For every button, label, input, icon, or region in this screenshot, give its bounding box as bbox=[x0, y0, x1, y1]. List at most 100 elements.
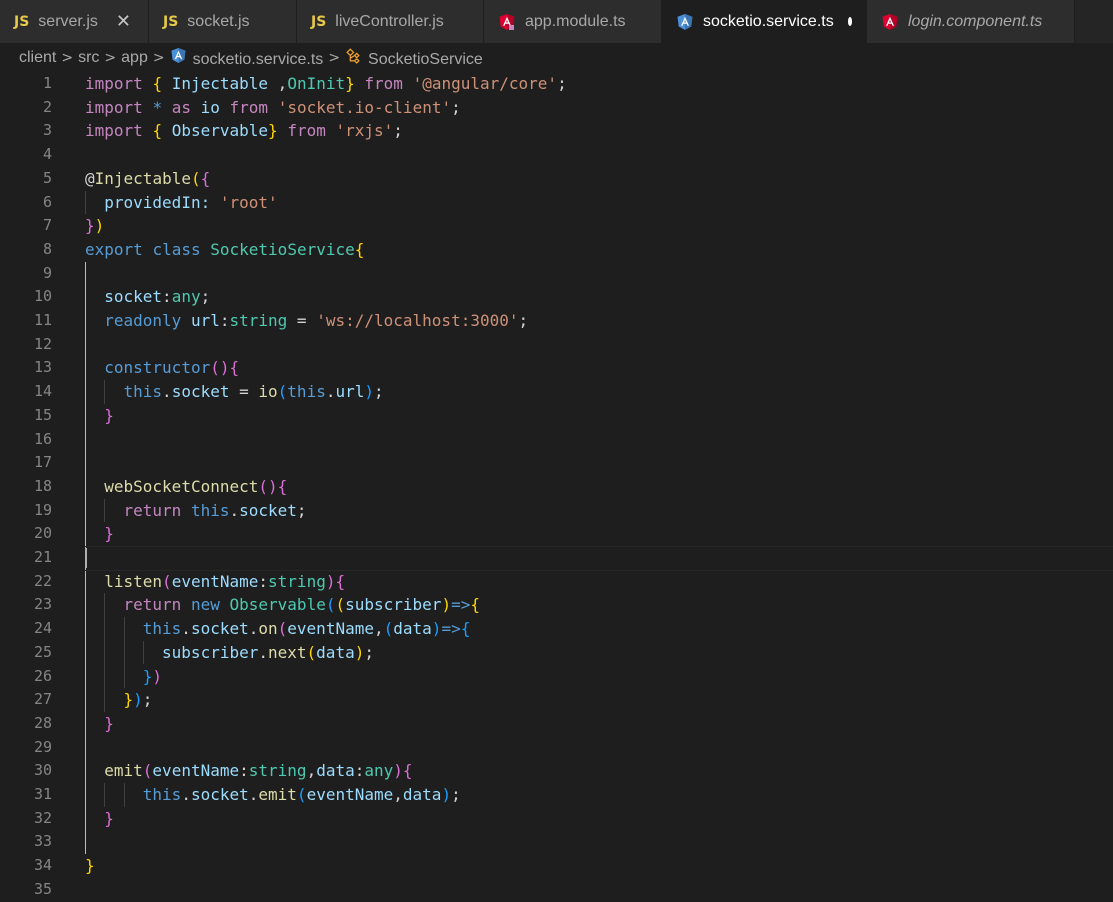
code-line[interactable]: export class SocketioService{ bbox=[85, 238, 364, 262]
line-number: 24 bbox=[33, 619, 52, 638]
code-line[interactable]: } bbox=[104, 807, 114, 831]
code-token: } bbox=[123, 690, 134, 710]
line-number: 22 bbox=[33, 571, 52, 590]
code-token: eventName bbox=[171, 571, 259, 591]
code-token: { bbox=[152, 74, 163, 93]
code-token: import bbox=[85, 121, 143, 141]
code-token: ) bbox=[152, 666, 163, 686]
code-line[interactable]: return this.socket; bbox=[124, 499, 307, 523]
angular-service-icon bbox=[170, 47, 187, 64]
code-token: socket bbox=[104, 287, 163, 307]
code-line[interactable]: @Injectable({ bbox=[85, 167, 210, 191]
code-line[interactable]: readonly url:string = 'ws://localhost:30… bbox=[104, 309, 528, 333]
code-token: ( bbox=[277, 382, 288, 402]
code-token: , bbox=[268, 74, 288, 93]
code-token: SocketioService bbox=[210, 239, 355, 259]
breadcrumb-item[interactable]: SocketioService bbox=[345, 47, 483, 69]
code-token: ( bbox=[306, 642, 317, 662]
code-token: on bbox=[258, 619, 278, 639]
code-line[interactable]: } bbox=[104, 712, 114, 736]
line-number: 6 bbox=[42, 192, 52, 211]
code-token: providedIn bbox=[104, 192, 201, 212]
tab-server-js[interactable]: JS server.js ✕ bbox=[0, 0, 149, 43]
code-token: ) bbox=[441, 785, 452, 804]
line-number: 15 bbox=[33, 405, 52, 424]
tab-login-component-ts[interactable]: login.component.ts bbox=[867, 0, 1075, 43]
code-token: () bbox=[210, 358, 230, 378]
code-line[interactable]: import { Injectable ,OnInit} from '@angu… bbox=[85, 72, 567, 96]
code-line[interactable]: }) bbox=[143, 665, 162, 689]
code-token: ) bbox=[133, 690, 143, 710]
code-token: : bbox=[162, 287, 172, 307]
tab-app-module-ts[interactable]: app.module.ts bbox=[484, 0, 662, 43]
code-token: { bbox=[460, 619, 471, 639]
breadcrumb-separator: > bbox=[152, 49, 165, 66]
code-token: ( bbox=[296, 785, 307, 804]
code-token: . bbox=[229, 500, 240, 520]
code-token: this bbox=[287, 382, 326, 402]
breadcrumb-item[interactable]: client bbox=[19, 49, 56, 67]
line-number: 2 bbox=[42, 97, 52, 116]
code-token: import bbox=[85, 74, 143, 93]
code-token: 'ws://localhost:3000' bbox=[316, 311, 519, 330]
tab-socketio-service-ts[interactable]: socketio.service.ts bbox=[662, 0, 867, 43]
tab-socket-js[interactable]: JS socket.js bbox=[149, 0, 297, 43]
code-token: return bbox=[123, 595, 182, 615]
code-token: ; bbox=[451, 785, 461, 804]
indent-guide bbox=[85, 190, 86, 215]
code-token: { bbox=[200, 168, 211, 188]
code-token: Injectable bbox=[94, 168, 191, 188]
code-line[interactable]: } bbox=[104, 522, 114, 546]
code-line[interactable]: providedIn: 'root' bbox=[104, 191, 277, 215]
code-line[interactable]: emit(eventName:string,data:any){ bbox=[104, 759, 412, 783]
code-line[interactable]: this.socket.emit(eventName,data); bbox=[124, 783, 461, 807]
breadcrumb-item[interactable]: socketio.service.ts bbox=[170, 47, 323, 69]
code-line[interactable]: return new Observable((subscriber)=>{ bbox=[124, 593, 480, 617]
code-token: ) bbox=[441, 595, 452, 615]
code-token: } bbox=[104, 524, 114, 544]
angular-component-icon bbox=[881, 13, 899, 31]
unsaved-dot-icon[interactable] bbox=[847, 17, 852, 26]
close-icon[interactable]: ✕ bbox=[116, 11, 131, 32]
code-line[interactable]: constructor(){ bbox=[104, 356, 239, 380]
code-token: eventName bbox=[287, 619, 374, 639]
tab-label: server.js bbox=[38, 12, 98, 30]
code-line[interactable]: listen(eventName:string){ bbox=[104, 570, 345, 594]
code-token: return bbox=[123, 500, 182, 520]
code-line[interactable]: }); bbox=[124, 688, 153, 712]
code-token: from bbox=[364, 74, 403, 93]
code-token: emit bbox=[104, 761, 143, 781]
line-number: 19 bbox=[33, 500, 52, 519]
code-token: as bbox=[171, 97, 191, 117]
text-cursor bbox=[85, 548, 87, 568]
code-token: from bbox=[229, 97, 269, 117]
code-line[interactable]: this.socket = io(this.url); bbox=[124, 380, 384, 404]
code-line[interactable]: }) bbox=[85, 214, 104, 238]
line-number: 1 bbox=[42, 74, 52, 92]
code-line[interactable]: subscriber.next(data); bbox=[162, 641, 374, 665]
code-editor[interactable]: 1 2 3 4 5 6 7 8 9 10 11 12 13 14 15 16 17 18 19 20 21 22 23 24 2… bbox=[0, 72, 1113, 899]
code-line[interactable]: } bbox=[104, 404, 114, 428]
tab-livecontroller-js[interactable]: JS liveController.js bbox=[297, 0, 484, 43]
code-line[interactable]: } bbox=[85, 854, 95, 878]
breadcrumb-item[interactable]: src bbox=[78, 49, 99, 67]
breadcrumb-item[interactable]: app bbox=[121, 49, 148, 67]
code-token: socket bbox=[190, 785, 249, 804]
code-line[interactable]: this.socket.on(eventName,(data)=>{ bbox=[143, 617, 471, 641]
code-token: } bbox=[104, 808, 114, 828]
code-line[interactable]: socket:any; bbox=[104, 285, 210, 309]
code-line[interactable]: webSocketConnect(){ bbox=[104, 475, 287, 499]
code-line[interactable]: import { Observable} from 'rxjs'; bbox=[85, 119, 403, 143]
line-number: 34 bbox=[33, 856, 52, 875]
code-token: ; bbox=[374, 382, 384, 402]
code-token: 'socket.io-client' bbox=[277, 97, 452, 117]
code-token: eventName bbox=[152, 761, 240, 781]
code-line[interactable]: import * as io from 'socket.io-client'; bbox=[85, 96, 461, 120]
indent-guide bbox=[104, 498, 106, 523]
